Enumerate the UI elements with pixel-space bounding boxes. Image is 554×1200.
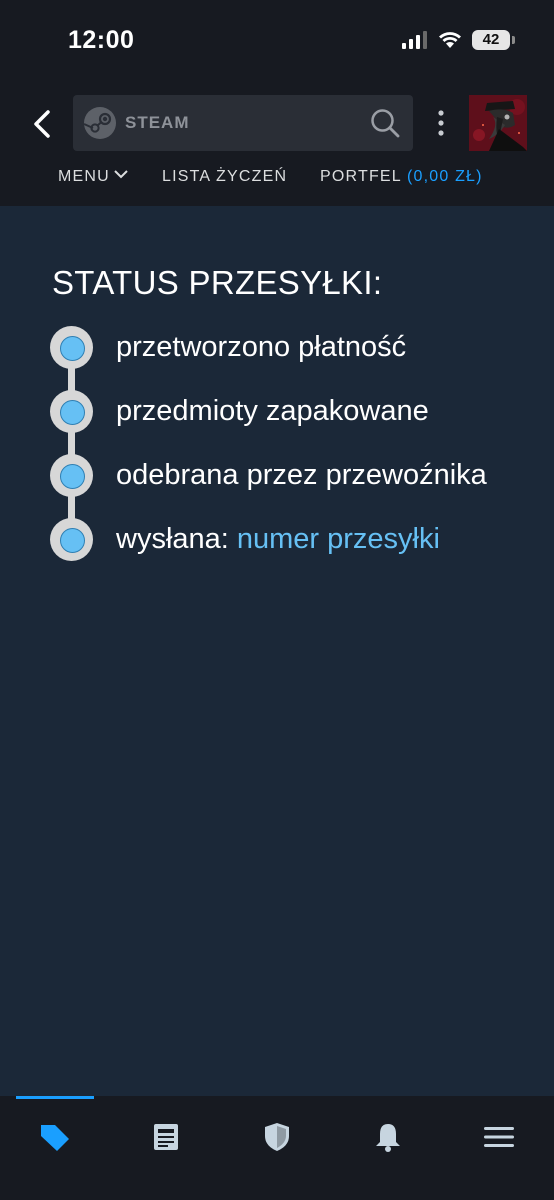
- step-dot-icon: [50, 390, 93, 433]
- more-options-icon[interactable]: [434, 108, 448, 138]
- step-label: wysłana: numer przesyłki: [116, 523, 440, 556]
- store-tag-icon[interactable]: [37, 1122, 73, 1152]
- bell-icon[interactable]: [370, 1122, 406, 1152]
- chevron-down-icon: [114, 170, 128, 179]
- menu-icon[interactable]: [481, 1122, 517, 1152]
- app-header: STEAM MENU LISTA ŻYCZEŃ PORTFEL (0,00 ZŁ…: [0, 82, 554, 206]
- news-icon[interactable]: [148, 1122, 184, 1152]
- nav-menu[interactable]: MENU: [58, 168, 128, 186]
- top-nav: MENU LISTA ŻYCZEŃ PORTFEL (0,00 ZŁ): [0, 168, 554, 192]
- nav-menu-label: MENU: [58, 168, 110, 185]
- wifi-icon: [439, 32, 461, 48]
- battery-icon: 42: [472, 30, 515, 50]
- status-bar: 12:00 42: [0, 0, 554, 82]
- status-time: 12:00: [68, 26, 135, 54]
- bottom-tab-bar: [0, 1096, 554, 1200]
- step-dot-icon: [50, 518, 93, 561]
- shield-icon[interactable]: [259, 1122, 295, 1152]
- tracking-number-link[interactable]: numer przesyłki: [237, 523, 440, 555]
- steam-logo-icon: [83, 107, 116, 139]
- status-icons: 42: [402, 30, 515, 50]
- back-arrow-icon[interactable]: [28, 104, 58, 144]
- step-label-text: wysłana:: [116, 523, 229, 555]
- step-dot-icon: [50, 454, 93, 497]
- status-step: wysłana: numer przesyłki: [50, 518, 550, 562]
- search-input[interactable]: STEAM: [73, 95, 413, 151]
- timeline-line: [68, 350, 75, 540]
- active-tab-indicator: [16, 1096, 94, 1099]
- plague-doctor-avatar-image: [469, 95, 527, 151]
- step-label: odebrana przez przewoźnika: [116, 459, 487, 491]
- status-step: przetworzono płatność: [50, 326, 550, 370]
- step-label: przetworzono płatność: [116, 331, 407, 363]
- status-step: przedmioty zapakowane: [50, 390, 550, 434]
- avatar[interactable]: [469, 95, 527, 151]
- nav-wishlist[interactable]: LISTA ŻYCZEŃ: [162, 168, 287, 186]
- nav-wallet-label: PORTFEL: [320, 168, 402, 185]
- signal-icon: [402, 31, 427, 49]
- status-step: odebrana przez przewoźnika: [50, 454, 550, 498]
- page-title: STATUS PRZESYŁKI:: [52, 264, 383, 301]
- steam-logo-text: STEAM: [125, 113, 190, 132]
- wallet-balance: (0,00 ZŁ): [406, 168, 483, 185]
- step-label: przedmioty zapakowane: [116, 395, 429, 427]
- nav-wallet[interactable]: PORTFEL (0,00 ZŁ): [320, 168, 483, 186]
- search-icon[interactable]: [369, 107, 401, 139]
- step-dot-icon: [50, 326, 93, 369]
